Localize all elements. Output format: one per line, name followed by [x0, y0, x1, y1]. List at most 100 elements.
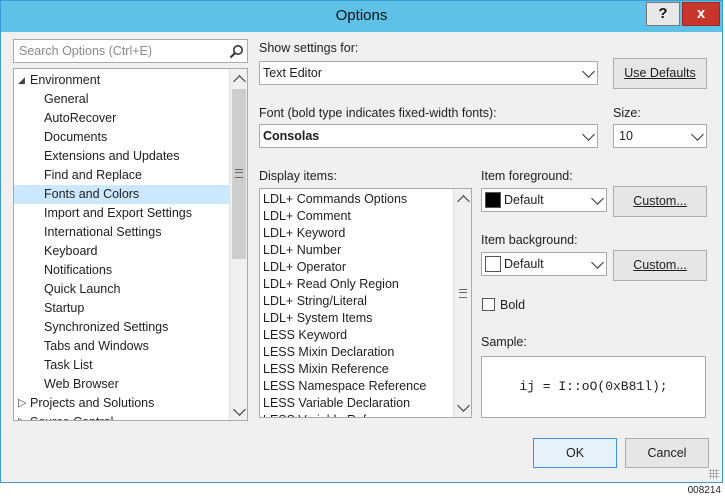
- tree-item[interactable]: Keyboard: [14, 242, 229, 261]
- font-label: Font (bold type indicates fixed-width fo…: [259, 106, 497, 120]
- display-item[interactable]: LESS Variable Declaration: [263, 395, 410, 412]
- display-item[interactable]: LDL+ System Items: [263, 310, 372, 327]
- foreground-dropdown[interactable]: Default: [481, 188, 607, 212]
- bold-label[interactable]: Bold: [500, 298, 525, 312]
- tree-item[interactable]: AutoRecover: [14, 109, 229, 128]
- font-dropdown[interactable]: Consolas: [259, 124, 598, 148]
- display-item[interactable]: LESS Keyword: [263, 327, 347, 344]
- tree-item[interactable]: Fonts and Colors: [14, 185, 229, 204]
- background-custom-label: Custom...: [633, 258, 687, 272]
- display-item[interactable]: LDL+ Keyword: [263, 225, 345, 242]
- title-bar[interactable]: Options ? x: [1, 1, 722, 32]
- search-input[interactable]: Search Options (Ctrl+E): [19, 44, 152, 58]
- display-item[interactable]: LESS Mixin Reference: [263, 361, 389, 378]
- tree-item[interactable]: Extensions and Updates: [14, 147, 229, 166]
- chevron-down-icon[interactable]: [582, 128, 595, 141]
- show-settings-dropdown[interactable]: Text Editor: [259, 61, 598, 85]
- tree-item-label: Quick Launch: [44, 282, 121, 296]
- display-item[interactable]: LDL+ Number: [263, 242, 341, 259]
- close-button[interactable]: x: [682, 2, 720, 26]
- tree-item[interactable]: International Settings: [14, 223, 229, 242]
- display-item[interactable]: LESS Namespace Reference: [263, 378, 426, 395]
- foreground-custom-button[interactable]: Custom...: [613, 186, 707, 217]
- background-swatch: [485, 256, 501, 272]
- tree-item-label: Projects and Solutions: [30, 396, 155, 410]
- ok-button[interactable]: OK: [533, 438, 617, 468]
- expanded-arrow-icon[interactable]: ◢: [18, 71, 25, 90]
- resize-grip-icon[interactable]: [709, 469, 719, 479]
- tree-item[interactable]: Startup: [14, 299, 229, 318]
- tree-item-label: AutoRecover: [44, 111, 117, 125]
- tree-scrollbar[interactable]: [229, 69, 247, 420]
- scroll-grip-icon: [235, 169, 243, 178]
- background-custom-button[interactable]: Custom...: [613, 250, 707, 281]
- tree-item[interactable]: Notifications: [14, 261, 229, 280]
- chevron-down-icon[interactable]: [591, 256, 604, 269]
- search-icon[interactable]: [229, 44, 244, 59]
- tree-item-label: International Settings: [44, 225, 162, 239]
- tree-item-label: Notifications: [44, 263, 113, 277]
- display-item[interactable]: LESS Mixin Declaration: [263, 344, 394, 361]
- tree-item[interactable]: Web Browser: [14, 375, 229, 394]
- tree-item-label: Fonts and Colors: [44, 187, 140, 201]
- help-button[interactable]: ?: [646, 2, 680, 26]
- scroll-down-icon[interactable]: [233, 403, 246, 416]
- tree-item-label: Synchronized Settings: [44, 320, 169, 334]
- background-value: Default: [504, 257, 544, 271]
- background-dropdown[interactable]: Default: [481, 252, 607, 276]
- tree-item-label: Task List: [44, 358, 93, 372]
- chevron-down-icon[interactable]: [591, 192, 604, 205]
- tree-item[interactable]: Quick Launch: [14, 280, 229, 299]
- chevron-down-icon[interactable]: [691, 128, 704, 141]
- tree-item[interactable]: Tabs and Windows: [14, 337, 229, 356]
- cancel-button[interactable]: Cancel: [625, 438, 709, 468]
- tree-item[interactable]: Synchronized Settings: [14, 318, 229, 337]
- bold-checkbox[interactable]: [482, 298, 495, 311]
- display-item[interactable]: LESS Variable Reference: [263, 412, 405, 417]
- search-box[interactable]: Search Options (Ctrl+E): [13, 39, 248, 63]
- size-value: 10: [619, 129, 633, 143]
- tree-item[interactable]: Find and Replace: [14, 166, 229, 185]
- tree-item-label: Find and Replace: [44, 168, 142, 182]
- show-settings-value: Text Editor: [263, 66, 323, 80]
- list-scrollbar[interactable]: [453, 189, 471, 417]
- scroll-up-icon[interactable]: [233, 75, 246, 88]
- tree-item[interactable]: General: [14, 90, 229, 109]
- tree-item[interactable]: ◢ Environment: [14, 71, 229, 90]
- tree-item[interactable]: ▷ Projects and Solutions: [14, 394, 229, 413]
- tree-item-label: Extensions and Updates: [44, 149, 180, 163]
- item-foreground-label: Item foreground:: [481, 169, 573, 183]
- display-items-list[interactable]: LDL+ Commands Options LDL+ Comment LDL+ Ke…: [259, 188, 472, 418]
- tree-item[interactable]: Task List: [14, 356, 229, 375]
- scroll-grip-icon: [459, 289, 467, 298]
- chevron-down-icon[interactable]: [582, 65, 595, 78]
- size-dropdown[interactable]: 10: [613, 124, 707, 148]
- display-item[interactable]: LDL+ Comment: [263, 208, 351, 225]
- tree-item[interactable]: Documents: [14, 128, 229, 147]
- item-background-label: Item background:: [481, 233, 578, 247]
- display-item[interactable]: LDL+ Operator: [263, 259, 346, 276]
- tree-item-label: Import and Export Settings: [44, 206, 192, 220]
- tree-item-label: Tabs and Windows: [44, 339, 149, 353]
- display-items-label: Display items:: [259, 169, 337, 183]
- scroll-down-icon[interactable]: [457, 399, 470, 412]
- tree-item[interactable]: Import and Export Settings: [14, 204, 229, 223]
- foreground-custom-label: Custom...: [633, 194, 687, 208]
- options-tree[interactable]: ◢ Environment General AutoRecover Documents E…: [13, 68, 248, 421]
- collapsed-arrow-icon[interactable]: ▷: [18, 413, 26, 420]
- size-label: Size:: [613, 106, 641, 120]
- use-defaults-button[interactable]: Use Defaults: [613, 58, 707, 89]
- scroll-up-icon[interactable]: [457, 195, 470, 208]
- image-code: 008214: [687, 485, 721, 496]
- tree-item-label: Startup: [44, 301, 85, 315]
- tree-item-label: Environment: [30, 73, 101, 87]
- tree-item[interactable]: ▷ Source Control: [14, 413, 229, 420]
- tree-item-label: Source Control: [30, 413, 113, 420]
- foreground-swatch: [485, 192, 501, 208]
- display-item[interactable]: LDL+ String/Literal: [263, 293, 367, 310]
- sample-label: Sample:: [481, 335, 527, 349]
- tree-item-label: General: [44, 92, 89, 106]
- display-item[interactable]: LDL+ Read Only Region: [263, 276, 399, 293]
- display-item[interactable]: LDL+ Commands Options: [263, 191, 407, 208]
- collapsed-arrow-icon[interactable]: ▷: [18, 394, 26, 413]
